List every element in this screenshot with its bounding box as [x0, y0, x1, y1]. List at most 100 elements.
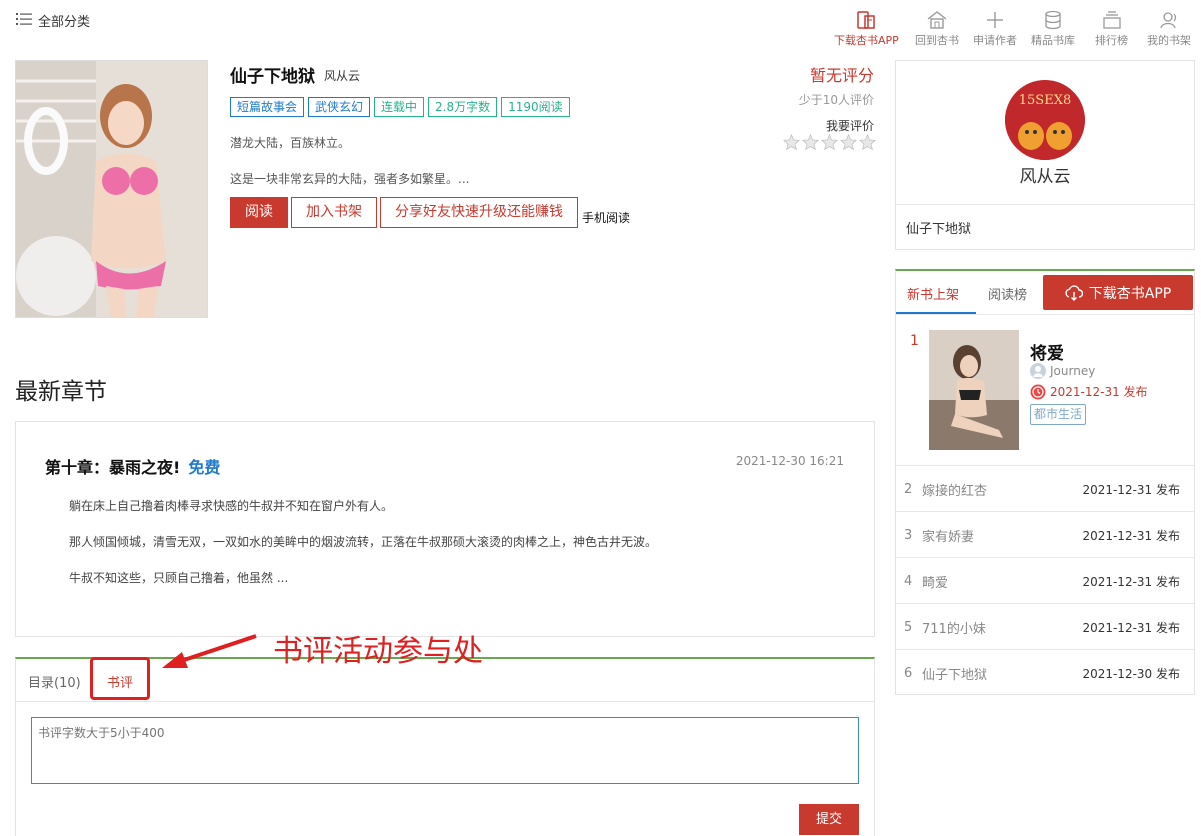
tab-table-of-contents[interactable]: 目录(10): [28, 672, 81, 691]
star-icon[interactable]: [859, 134, 876, 150]
top-book-cover[interactable]: [929, 330, 1019, 450]
list-icon: [16, 12, 32, 30]
book-name[interactable]: 仙子下地狱: [922, 664, 1082, 683]
tab-new-books[interactable]: 新书上架: [907, 284, 959, 303]
add-shelf-button[interactable]: 加入书架: [291, 197, 377, 228]
book-author-link[interactable]: 风从云: [324, 67, 360, 84]
nav-home[interactable]: 回到杏书: [915, 10, 959, 48]
annotation-highlight-box: [90, 657, 150, 700]
divider: [896, 314, 1194, 315]
tag-readcount: 1190阅读: [501, 97, 570, 117]
book-name[interactable]: 畸爱: [922, 572, 1082, 591]
tag-status: 连载中: [374, 97, 425, 117]
star-icon[interactable]: [821, 134, 838, 150]
top-book-date: 2021-12-31 发布: [1030, 383, 1148, 400]
phone-book-icon: [855, 10, 877, 30]
nav-download-app[interactable]: 下载杏书APP: [834, 10, 899, 48]
list-item[interactable]: 3 家有娇妻 2021-12-31 发布: [896, 512, 1194, 558]
database-icon: [1042, 10, 1064, 30]
book-date: 2021-12-31 发布: [1082, 528, 1180, 543]
book-date: 2021-12-31 发布: [1082, 620, 1180, 635]
chapter-paragraph: 躺在床上自己撸着肉棒寻求快感的牛叔并不知在窗户外有人。: [69, 499, 394, 513]
book-date: 2021-12-30 发布: [1082, 666, 1180, 681]
chapter-paragraph: 牛叔不知这些，只顾自己撸着，他虽然 ...: [69, 571, 289, 585]
nav-my-shelf[interactable]: 我的书架: [1147, 10, 1191, 48]
book-intro-line-1: 潜龙大陆，百族林立。: [230, 136, 351, 150]
tag-category[interactable]: 短篇故事会: [230, 97, 305, 117]
rank-number: 3: [904, 527, 913, 543]
read-button[interactable]: 阅读: [230, 197, 288, 228]
plus-icon: [984, 10, 1006, 30]
top-book-tag[interactable]: 都市生活: [1030, 404, 1087, 425]
rating-stars[interactable]: [783, 134, 876, 150]
clock-icon: [1030, 384, 1046, 399]
book-title: 仙子下地狱: [230, 67, 315, 87]
star-icon[interactable]: [840, 134, 857, 150]
rank-number: 6: [904, 665, 913, 681]
divider: [896, 204, 1194, 205]
top-book-author: Journey: [1030, 363, 1095, 379]
avatar-text: 15SEX8: [1019, 93, 1071, 108]
download-app-button[interactable]: 下载杏书APP: [1043, 275, 1193, 310]
author-book-link[interactable]: 仙子下地狱: [906, 218, 971, 237]
review-textarea[interactable]: [31, 717, 859, 784]
user-avatar-icon: [1030, 363, 1046, 379]
chapter-date: 2021-12-30 16:21: [735, 454, 844, 468]
share-button[interactable]: 分享好友快速升级还能赚钱: [380, 197, 578, 228]
nav-home-label: 回到杏书: [915, 34, 959, 47]
cloud-download-icon: [1065, 284, 1083, 301]
top-book-title[interactable]: 将爱: [1030, 339, 1064, 364]
star-icon[interactable]: [783, 134, 800, 150]
chapter-title-link[interactable]: 第十章：暴雨之夜! 免费: [45, 454, 220, 478]
rating-count: 少于10人评价: [798, 93, 874, 107]
tag-genre[interactable]: 武侠玄幻: [308, 97, 371, 117]
book-cover-image[interactable]: [15, 60, 208, 318]
top-book-author-name[interactable]: Journey: [1050, 364, 1095, 378]
nav-ranking[interactable]: 排行榜: [1095, 10, 1128, 48]
book-name[interactable]: 711的小妹: [922, 618, 1082, 637]
tag-wordcount: 2.8万字数: [428, 97, 498, 117]
author-name[interactable]: 风从云: [895, 162, 1195, 187]
all-categories-label: 全部分类: [38, 15, 91, 30]
nav-download-label: 下载杏书APP: [834, 34, 899, 47]
list-item[interactable]: 5 711的小妹 2021-12-31 发布: [896, 604, 1194, 650]
chapter-paragraph: 那人倾国倾城，清雪无双，一双如水的美眸中的烟波流转，正落在牛叔那硕大滚烫的肉棒之…: [69, 535, 658, 549]
nav-ranking-label: 排行榜: [1095, 34, 1128, 47]
stack-icon: [1101, 10, 1123, 30]
rank-number: 5: [904, 619, 913, 635]
user-icon: [1158, 10, 1180, 30]
free-badge: 免费: [188, 458, 221, 477]
book-name[interactable]: 家有娇妻: [922, 526, 1082, 545]
my-rating-label: 我要评价: [825, 119, 874, 133]
nav-shelf-label: 我的书架: [1147, 34, 1191, 47]
book-name[interactable]: 嫁接的红杏: [922, 480, 1082, 499]
nav-apply-label: 申请作者: [973, 34, 1017, 47]
tab-reading-rank[interactable]: 阅读榜: [988, 284, 1027, 303]
rank-number: 4: [904, 573, 913, 589]
submit-button[interactable]: 提交: [799, 804, 859, 835]
book-tags: 短篇故事会 武侠玄幻 连载中 2.8万字数 1190阅读: [230, 97, 570, 117]
author-avatar[interactable]: 15SEX8: [1005, 80, 1085, 160]
chapter-title[interactable]: 第十章：暴雨之夜!: [45, 458, 180, 477]
all-categories-menu[interactable]: 全部分类: [16, 11, 90, 30]
top-book-date-text: 2021-12-31 发布: [1050, 385, 1148, 399]
download-app-label: 下载杏书APP: [1088, 285, 1172, 302]
rank-number: 1: [910, 333, 919, 349]
nav-library-label: 精品书库: [1031, 34, 1075, 47]
list-item[interactable]: 6 仙子下地狱 2021-12-30 发布: [896, 650, 1194, 696]
book-intro-line-2: 这是一块非常玄异的大陆，强者多如繁星。...: [230, 172, 470, 186]
nav-apply-author[interactable]: 申请作者: [973, 10, 1017, 48]
rating-status: 暂无评分: [809, 66, 874, 85]
list-item[interactable]: 4 畸爱 2021-12-31 发布: [896, 558, 1194, 604]
nav-library[interactable]: 精品书库: [1031, 10, 1075, 48]
list-item[interactable]: 2 嫁接的红杏 2021-12-31 发布: [896, 466, 1194, 512]
book-date: 2021-12-31 发布: [1082, 574, 1180, 589]
latest-chapters-heading: 最新章节: [15, 379, 107, 405]
book-actions: 阅读 加入书架 分享好友快速升级还能赚钱 手机阅读: [230, 197, 630, 228]
book-date: 2021-12-31 发布: [1082, 482, 1180, 497]
annotation-text: 书评活动参与处: [273, 634, 483, 669]
home-icon: [926, 10, 948, 30]
rank-number: 2: [904, 481, 913, 497]
star-icon[interactable]: [802, 134, 819, 150]
mobile-read-link[interactable]: 手机阅读: [582, 209, 630, 226]
